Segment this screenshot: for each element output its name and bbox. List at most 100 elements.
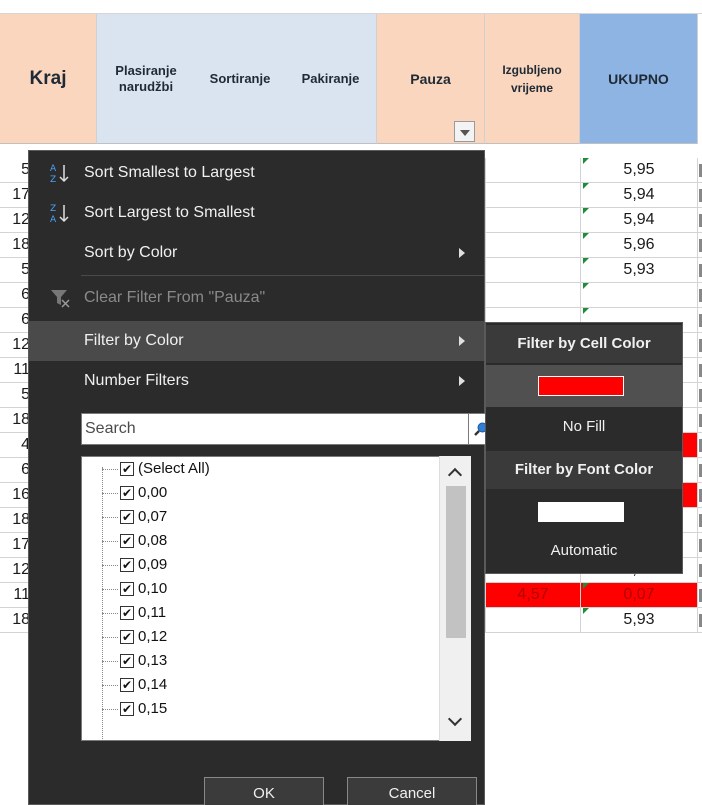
checkbox-checked-icon[interactable]: ✔ xyxy=(120,558,134,572)
search-input[interactable]: Search xyxy=(81,413,469,445)
list-scrollbar[interactable] xyxy=(439,456,471,741)
list-item[interactable]: ✔ 0,13 xyxy=(82,651,440,671)
list-item-label: 0,14 xyxy=(138,676,168,693)
ukupno-cell[interactable]: 5,95 xyxy=(580,158,698,182)
checkbox-checked-icon[interactable]: ✔ xyxy=(120,606,134,620)
svg-text:A: A xyxy=(50,164,57,174)
list-item[interactable]: ✔ 0,15 xyxy=(82,699,440,719)
error-indicator-icon xyxy=(583,583,589,589)
izgubljeno-cell[interactable] xyxy=(485,183,580,207)
list-item[interactable]: ✔ 0,08 xyxy=(82,531,440,551)
ukupno-cell[interactable]: 5,94 xyxy=(580,183,698,207)
ukupno-cell[interactable] xyxy=(580,283,698,307)
header-kraj-label: Kraj xyxy=(29,67,67,89)
list-item[interactable]: ✔ 0,14 xyxy=(82,675,440,695)
no-fill-option[interactable]: No Fill xyxy=(486,407,682,447)
tree-branch xyxy=(102,613,118,614)
filter-by-color-label: Filter by Color xyxy=(84,332,184,349)
list-item-label: 0,15 xyxy=(138,700,168,717)
checkbox-checked-icon[interactable]: ✔ xyxy=(120,486,134,500)
list-item[interactable]: ✔ 0,10 xyxy=(82,579,440,599)
list-item-label: 0,13 xyxy=(138,652,168,669)
sort-ascending-item[interactable]: AZ Sort Smallest to Largest xyxy=(29,153,484,193)
ukupno-cell[interactable]: 5,96 xyxy=(580,233,698,257)
checkbox-checked-icon[interactable]: ✔ xyxy=(120,582,134,596)
error-indicator-icon xyxy=(583,208,589,214)
list-item[interactable]: ✔ 0,07 xyxy=(82,507,440,527)
cancel-button[interactable]: Cancel xyxy=(347,777,477,805)
checkbox-checked-icon[interactable]: ✔ xyxy=(120,510,134,524)
list-item-label: 0,09 xyxy=(138,556,168,573)
ukupno-value: 5,93 xyxy=(623,261,655,278)
ukupno-cell[interactable]: 5,93 xyxy=(580,608,698,632)
list-item-label: 0,11 xyxy=(138,604,167,621)
list-item[interactable]: ✔ 0,09 xyxy=(82,555,440,575)
list-item[interactable]: ✔ 0,12 xyxy=(82,627,440,647)
izgubljeno-cell[interactable] xyxy=(485,208,580,232)
error-indicator-icon xyxy=(583,608,589,614)
checkbox-checked-icon[interactable]: ✔ xyxy=(120,462,134,476)
ukupno-cell[interactable]: 5,93 xyxy=(580,258,698,282)
cell-color-red-option[interactable] xyxy=(486,365,682,407)
sort-descending-icon: ZA xyxy=(49,202,71,225)
tree-branch xyxy=(102,661,118,662)
list-item-label: 0,00 xyxy=(138,484,168,501)
ukupno-cell[interactable]: 0,07 xyxy=(580,583,698,607)
scrollbar-thumb[interactable] xyxy=(446,486,466,638)
header-sortiranje[interactable]: Sortiranje xyxy=(195,14,285,144)
header-ukupno[interactable]: UKUPNO xyxy=(580,14,698,144)
checkbox-checked-icon[interactable]: ✔ xyxy=(120,702,134,716)
list-item-label: 0,07 xyxy=(138,508,168,525)
checkbox-checked-icon[interactable]: ✔ xyxy=(120,678,134,692)
izgubljeno-cell[interactable] xyxy=(485,608,580,632)
menu-separator xyxy=(81,275,484,276)
scroll-down-icon[interactable] xyxy=(447,711,463,727)
red-color-swatch xyxy=(538,376,624,396)
checkbox-checked-icon[interactable]: ✔ xyxy=(120,630,134,644)
font-color-white-option[interactable] xyxy=(486,491,682,533)
list-item-label: (Select All) xyxy=(138,460,210,477)
svg-text:Z: Z xyxy=(50,204,56,214)
header-pakiranje[interactable]: Pakiranje xyxy=(285,14,377,144)
filter-by-color-item[interactable]: Filter by Color xyxy=(29,321,484,361)
ukupno-value: 5,96 xyxy=(623,236,655,253)
submenu-arrow-icon xyxy=(459,248,465,258)
header-sortiranje-label: Sortiranje xyxy=(209,71,271,86)
ok-button[interactable]: OK xyxy=(204,777,324,805)
tree-branch xyxy=(102,565,118,566)
list-item[interactable]: ✔ 0,11 xyxy=(82,603,440,623)
izgubljeno-cell[interactable] xyxy=(485,283,580,307)
checkbox-checked-icon[interactable]: ✔ xyxy=(120,534,134,548)
ukupno-cell[interactable]: 5,94 xyxy=(580,208,698,232)
error-indicator-icon xyxy=(583,283,589,289)
izgubljeno-cell[interactable] xyxy=(485,258,580,282)
list-item[interactable]: ✔ (Select All) xyxy=(82,459,440,479)
number-filters-item[interactable]: Number Filters xyxy=(29,361,484,401)
header-pakiranje-label: Pakiranje xyxy=(301,71,360,86)
sort-by-color-label: Sort by Color xyxy=(84,244,178,261)
list-item-label: 0,08 xyxy=(138,532,168,549)
sort-descending-label: Sort Largest to Smallest xyxy=(84,204,255,221)
clear-filter-label: Clear Filter From "Pauza" xyxy=(84,289,266,306)
pauza-filter-dropdown-button[interactable] xyxy=(454,121,475,142)
list-item[interactable]: ✔ 0,00 xyxy=(82,483,440,503)
checkbox-checked-icon[interactable]: ✔ xyxy=(120,654,134,668)
header-plasiranje[interactable]: Plasiranje narudžbi xyxy=(97,14,195,144)
header-pauza-label: Pauza xyxy=(410,70,451,87)
list-item-label: 0,12 xyxy=(138,628,168,645)
error-indicator-icon xyxy=(583,158,589,164)
tree-branch xyxy=(102,709,118,710)
sort-by-color-item[interactable]: Sort by Color xyxy=(29,233,484,273)
automatic-option[interactable]: Automatic xyxy=(486,531,682,571)
tree-branch xyxy=(102,589,118,590)
izgubljeno-cell[interactable]: 4,57 xyxy=(485,583,580,607)
izgubljeno-cell[interactable] xyxy=(485,158,580,182)
number-filters-label: Number Filters xyxy=(84,372,189,389)
scroll-up-icon[interactable] xyxy=(447,467,463,483)
header-ukupno-label: UKUPNO xyxy=(608,70,669,87)
header-kraj[interactable]: Kraj xyxy=(0,14,97,144)
filter-by-cell-color-header: Filter by Cell Color xyxy=(486,325,682,363)
sort-descending-item[interactable]: ZA Sort Largest to Smallest xyxy=(29,193,484,233)
header-izgubljeno[interactable]: Izgubljeno vrijeme xyxy=(485,14,580,144)
izgubljeno-cell[interactable] xyxy=(485,233,580,257)
